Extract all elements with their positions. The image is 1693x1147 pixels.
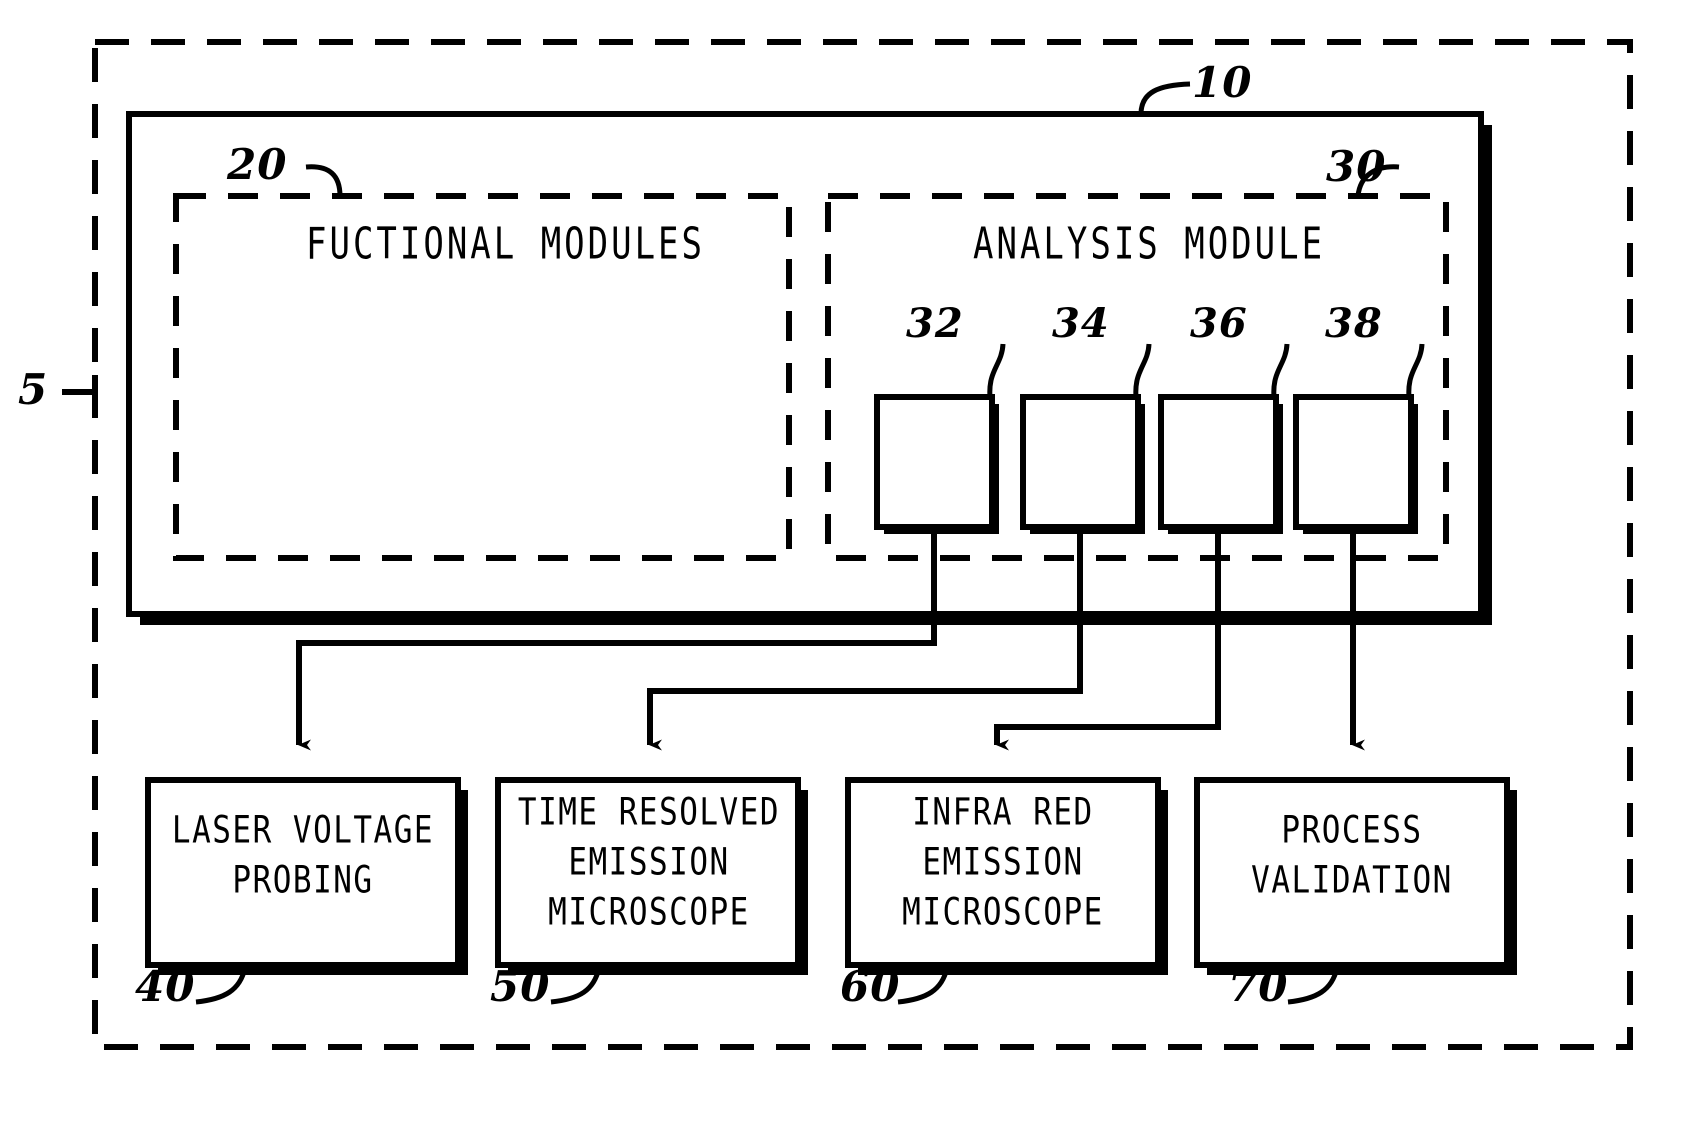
- output-box-50-line-3: MICROSCOPE: [548, 890, 750, 935]
- ref-numeral-60: 60: [840, 962, 901, 1011]
- output-box-70-line-2: VALIDATION: [1251, 858, 1453, 903]
- output-box-70-label: PROCESS VALIDATION: [1197, 806, 1507, 906]
- output-box-40-label: LASER VOLTAGE PROBING: [148, 806, 458, 906]
- ref-numeral-38: 38: [1325, 300, 1383, 347]
- analysis-unit-32: [874, 394, 995, 530]
- output-box-50-line-2: EMISSION: [568, 840, 730, 885]
- ref-numeral-10: 10: [1192, 58, 1253, 107]
- output-box-50-label: TIME RESOLVED EMISSION MICROSCOPE: [494, 788, 804, 938]
- output-box-70-line-1: PROCESS: [1281, 808, 1423, 853]
- ref-numeral-32: 32: [906, 300, 964, 347]
- main-box-10: [126, 111, 1484, 617]
- ref-numeral-36: 36: [1190, 300, 1248, 347]
- ref-numeral-5: 5: [18, 365, 49, 414]
- leader-line-10: [1138, 81, 1191, 115]
- analysis-unit-34: [1020, 394, 1141, 530]
- analysis-module-title: ANALYSIS MODULE: [973, 219, 1326, 271]
- patent-figure: 5 10 20 30 32 34 36 38 40 50 60 70 FUCTI…: [0, 0, 1693, 1147]
- analysis-unit-38: [1293, 394, 1414, 530]
- functional-modules-title: FUCTIONAL MODULES: [306, 219, 705, 271]
- ref-numeral-20: 20: [227, 140, 288, 189]
- ref-numeral-70: 70: [1228, 962, 1289, 1011]
- output-box-60-line-1: INFRA RED: [912, 790, 1094, 835]
- ref-numeral-40: 40: [135, 962, 196, 1011]
- output-box-50-line-1: TIME RESOLVED: [517, 790, 781, 835]
- output-box-40-line-1: LASER VOLTAGE: [171, 808, 435, 853]
- analysis-unit-36: [1158, 394, 1279, 530]
- output-box-60-label: INFRA RED EMISSION MICROSCOPE: [848, 788, 1158, 938]
- output-box-60-line-3: MICROSCOPE: [902, 890, 1104, 935]
- output-box-40-line-2: PROBING: [232, 858, 374, 903]
- output-box-60-line-2: EMISSION: [922, 840, 1084, 885]
- ref-numeral-30: 30: [1326, 142, 1387, 191]
- ref-numeral-50: 50: [490, 962, 551, 1011]
- ref-numeral-34: 34: [1052, 300, 1110, 347]
